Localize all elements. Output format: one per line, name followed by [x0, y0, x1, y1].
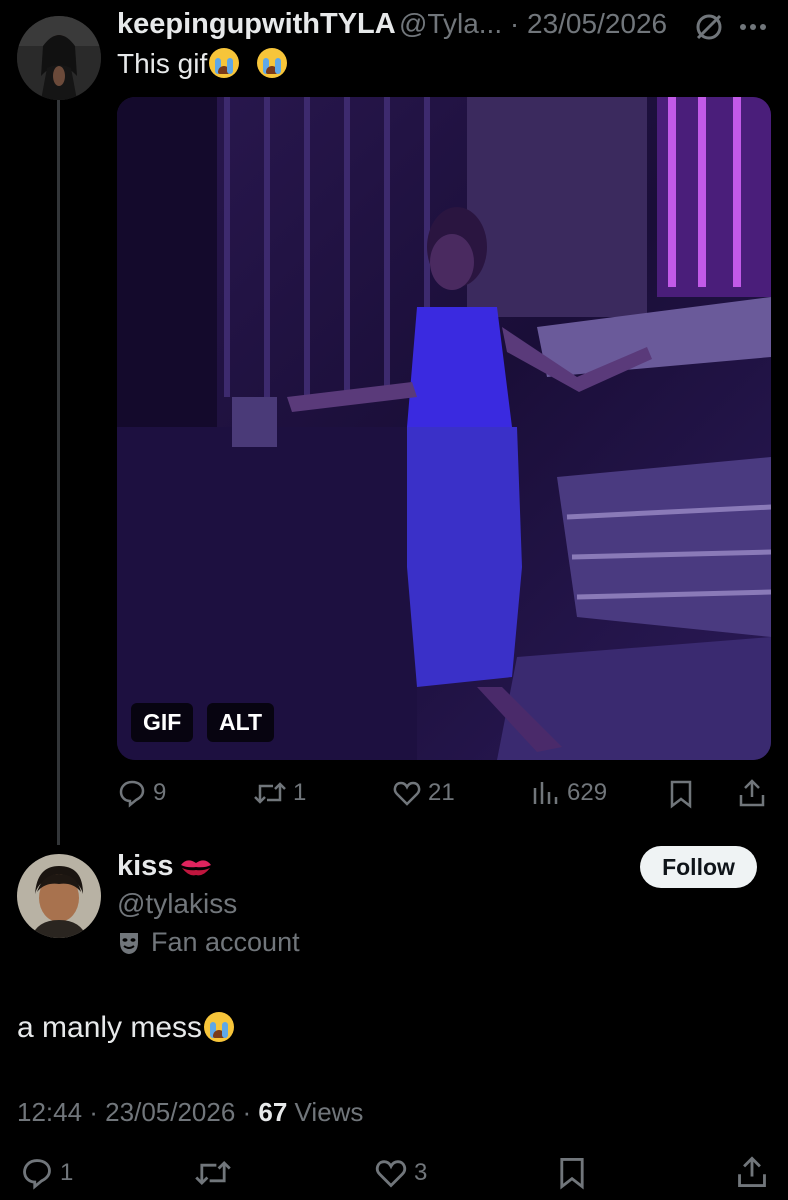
reply-button[interactable]: 9	[117, 778, 166, 808]
tweet-text-content: This gif	[117, 48, 208, 79]
theater-mask-icon	[120, 932, 138, 954]
like-count: 21	[428, 779, 455, 806]
gif-frame-image	[117, 97, 771, 760]
reply-like-button[interactable]: 3	[374, 1156, 427, 1190]
heart-icon	[375, 1160, 407, 1188]
reply-icon	[23, 1159, 51, 1190]
repost-icon	[195, 1160, 231, 1186]
views-count: 629	[567, 779, 608, 806]
reply-repost-button[interactable]	[194, 1156, 238, 1190]
like-button[interactable]: 21	[392, 778, 455, 808]
analytics-icon	[533, 782, 558, 804]
follow-button[interactable]: Follow	[640, 846, 757, 888]
bookmark-icon	[560, 1157, 584, 1190]
views-label: Views	[287, 1097, 364, 1127]
reply-bookmark-button[interactable]	[556, 1156, 588, 1190]
gif-badge[interactable]: GIF	[131, 703, 194, 742]
bookmark-button[interactable]	[667, 779, 695, 809]
reply-like-count: 3	[414, 1159, 428, 1186]
reply-share-button[interactable]	[735, 1155, 769, 1189]
share-button[interactable]	[737, 778, 767, 808]
reply-timestamp[interactable]: 12:44 · 23/05/2026 · 67 Views	[17, 1097, 363, 1128]
repost-icon	[254, 782, 286, 804]
reply-text-content: a manly mess	[17, 1011, 203, 1044]
more-options-icon[interactable]	[738, 22, 768, 32]
reply-text: a manly mess	[17, 1011, 235, 1045]
avatar[interactable]	[17, 16, 101, 100]
share-icon	[738, 1156, 766, 1188]
loudly-crying-emoji	[204, 1012, 235, 1042]
fan-account-label: Fan account	[151, 927, 300, 957]
grok-icon[interactable]	[694, 12, 724, 42]
alt-badge[interactable]: ALT	[207, 703, 275, 742]
repost-count: 1	[293, 779, 307, 806]
reply-display-name-row[interactable]: kiss	[117, 850, 213, 883]
reply-handle[interactable]: @tylakiss	[117, 888, 237, 920]
tweet-text: This gif	[117, 48, 288, 80]
views-button[interactable]: 629	[531, 778, 607, 808]
reply-icon	[119, 780, 145, 808]
bookmark-icon	[670, 780, 692, 809]
handle-date[interactable]: @Tyla... · 23/05/2026	[399, 8, 667, 40]
tweet-media-gif[interactable]: GIF ALT	[117, 97, 771, 760]
views-count-bold: 67	[258, 1097, 288, 1127]
heart-icon	[393, 781, 421, 806]
share-icon	[739, 779, 765, 807]
loudly-crying-emoji	[209, 48, 240, 78]
kiss-mark-icon	[181, 859, 212, 875]
reply-reply-count: 1	[60, 1159, 74, 1186]
reply-display-name[interactable]: kiss	[117, 850, 173, 883]
repost-button[interactable]: 1	[253, 778, 306, 808]
display-name[interactable]: keepingupwithTYLA	[117, 8, 396, 41]
thread-line	[57, 100, 60, 845]
fan-account-label-row: Fan account	[117, 927, 300, 958]
loudly-crying-emoji	[257, 48, 288, 78]
reply-reply-button[interactable]: 1	[20, 1156, 73, 1190]
timestamp-text: 12:44 · 23/05/2026 ·	[17, 1097, 259, 1127]
reply-avatar[interactable]	[17, 854, 101, 938]
reply-count: 9	[153, 779, 167, 806]
